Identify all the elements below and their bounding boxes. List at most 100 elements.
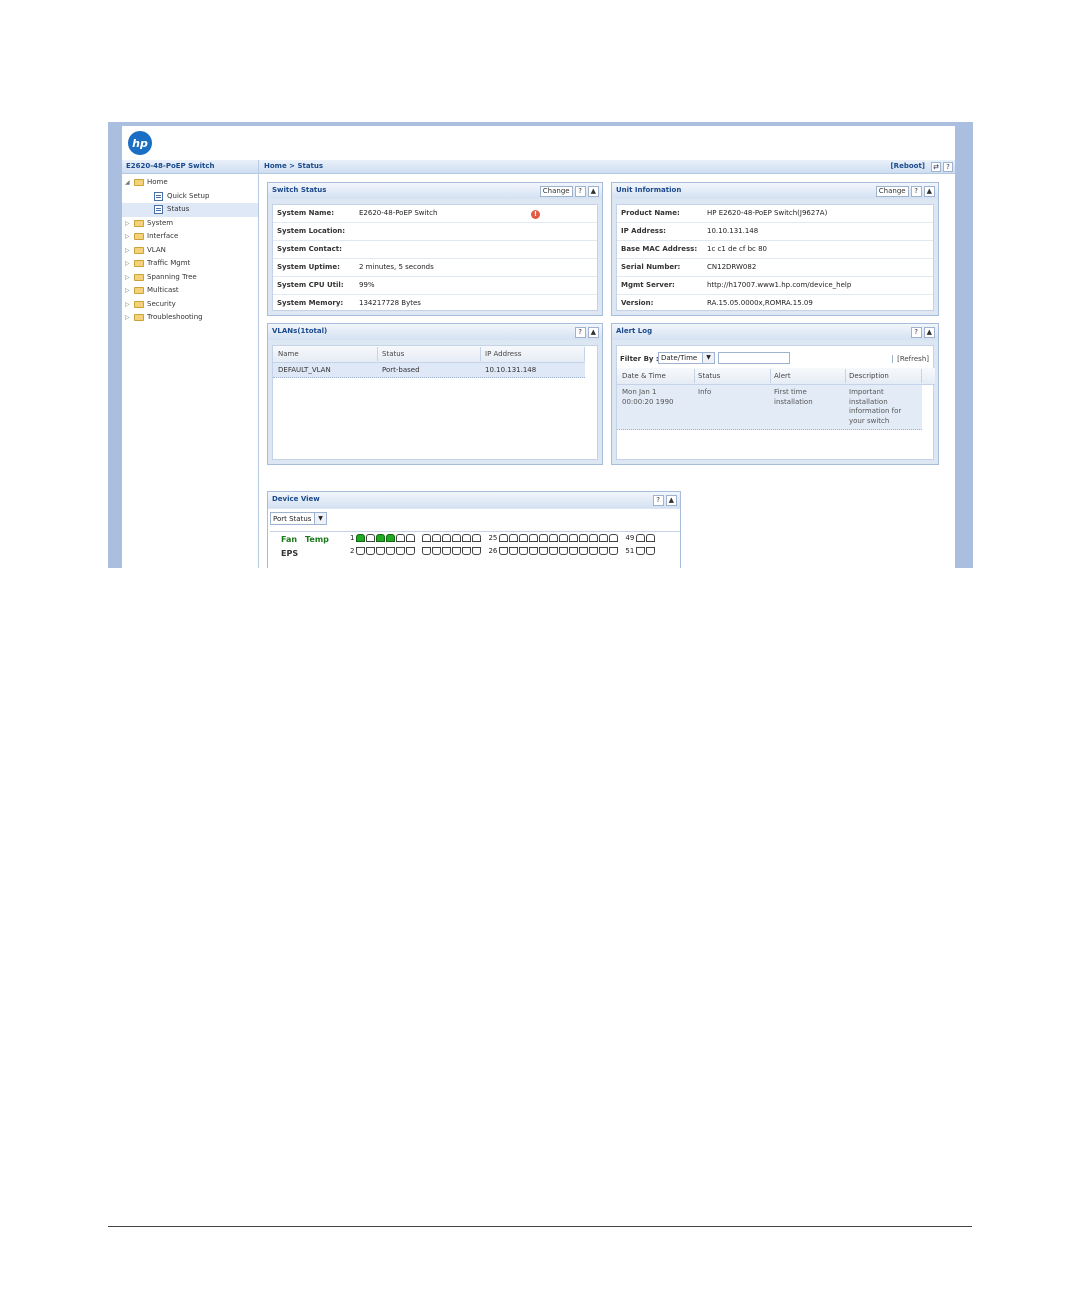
switch-port[interactable] — [569, 547, 579, 555]
switch-port[interactable] — [509, 547, 519, 555]
breadcrumb[interactable]: Home > Status — [264, 162, 323, 170]
switch-port[interactable] — [529, 534, 539, 542]
switch-port[interactable] — [609, 547, 619, 555]
switch-port[interactable] — [559, 534, 569, 542]
switch-port[interactable] — [589, 534, 599, 542]
switch-port[interactable] — [559, 547, 569, 555]
switch-port[interactable] — [442, 547, 452, 555]
switch-port[interactable] — [646, 534, 656, 542]
column-header[interactable]: Name — [278, 350, 299, 358]
switch-port[interactable] — [432, 547, 442, 555]
help-button[interactable]: ? — [574, 186, 586, 197]
collapse-arrow-icon[interactable]: ◢ — [125, 176, 130, 190]
expand-arrow-icon[interactable]: ▷ — [125, 284, 130, 298]
chevron-down-icon[interactable]: ▼ — [702, 353, 714, 363]
filter-select[interactable]: Date/Time ▼ — [658, 352, 715, 364]
switch-port[interactable] — [636, 547, 646, 555]
expand-arrow-icon[interactable]: ▷ — [125, 298, 130, 312]
collapse-icon[interactable]: ▲ — [923, 327, 935, 338]
chevron-down-icon[interactable]: ▼ — [314, 513, 326, 524]
help-button[interactable]: ? — [943, 162, 953, 172]
switch-port[interactable] — [462, 547, 472, 555]
switch-port[interactable] — [396, 547, 406, 555]
sidebar-item-spanning-tree[interactable]: ▷ Spanning Tree — [122, 271, 258, 285]
switch-port[interactable] — [499, 547, 509, 555]
expand-arrow-icon[interactable]: ▷ — [125, 217, 130, 231]
filter-input[interactable] — [718, 352, 790, 364]
switch-port[interactable] — [539, 547, 549, 555]
switch-port[interactable] — [442, 534, 452, 542]
switch-port[interactable] — [509, 534, 519, 542]
refresh-icon[interactable]: ⇄ — [931, 162, 941, 172]
expand-arrow-icon[interactable]: ▷ — [125, 257, 130, 271]
switch-port[interactable] — [452, 547, 462, 555]
help-button[interactable]: ? — [910, 327, 922, 338]
switch-port[interactable] — [519, 547, 529, 555]
alert-icon[interactable]: ! — [531, 210, 540, 219]
sidebar-item-status[interactable]: Status — [122, 203, 258, 217]
sidebar-item-security[interactable]: ▷ Security — [122, 298, 258, 312]
table-row[interactable]: Mon Jan 1 00:00:20 1990 Info First time … — [617, 385, 922, 430]
help-button[interactable]: ? — [910, 186, 922, 197]
switch-port[interactable] — [519, 534, 529, 542]
switch-port[interactable] — [599, 547, 609, 555]
sidebar-item-troubleshooting[interactable]: ▷ Troubleshooting — [122, 311, 258, 325]
switch-port[interactable] — [432, 534, 442, 542]
switch-port[interactable] — [406, 534, 416, 542]
switch-port[interactable] — [452, 534, 462, 542]
switch-port[interactable] — [386, 534, 396, 542]
switch-port[interactable] — [376, 547, 386, 555]
column-header[interactable]: Description — [849, 372, 889, 380]
switch-port[interactable] — [366, 534, 376, 542]
reboot-link[interactable]: [Reboot] — [890, 162, 925, 170]
switch-port[interactable] — [366, 547, 376, 555]
column-header[interactable]: IP Address — [485, 350, 521, 358]
switch-port[interactable] — [356, 547, 366, 555]
collapse-icon[interactable]: ▲ — [587, 186, 599, 197]
collapse-icon[interactable]: ▲ — [587, 327, 599, 338]
change-button[interactable]: Change — [875, 186, 909, 197]
switch-port[interactable] — [406, 547, 416, 555]
sidebar-item-multicast[interactable]: ▷ Multicast — [122, 284, 258, 298]
expand-arrow-icon[interactable]: ▷ — [125, 271, 130, 285]
expand-arrow-icon[interactable]: ▷ — [125, 230, 130, 244]
switch-port[interactable] — [376, 534, 386, 542]
switch-port[interactable] — [636, 534, 646, 542]
sidebar-item-interface[interactable]: ▷ Interface — [122, 230, 258, 244]
switch-port[interactable] — [499, 534, 509, 542]
column-header[interactable]: Alert — [774, 372, 791, 380]
expand-arrow-icon[interactable]: ▷ — [125, 311, 130, 325]
sidebar-item-quick-setup[interactable]: Quick Setup — [122, 190, 258, 204]
column-header[interactable]: Date & Time — [622, 372, 666, 380]
column-header[interactable]: Status — [382, 350, 404, 358]
help-button[interactable]: ? — [652, 495, 664, 506]
expand-arrow-icon[interactable]: ▷ — [125, 244, 130, 258]
sidebar-item-system[interactable]: ▷ System — [122, 217, 258, 231]
switch-port[interactable] — [549, 547, 559, 555]
switch-port[interactable] — [422, 534, 432, 542]
switch-port[interactable] — [356, 534, 366, 542]
help-button[interactable]: ? — [574, 327, 586, 338]
port-status-select[interactable]: Port Status ▼ — [270, 512, 327, 525]
switch-port[interactable] — [646, 547, 656, 555]
switch-port[interactable] — [472, 534, 482, 542]
collapse-icon[interactable]: ▲ — [665, 495, 677, 506]
collapse-icon[interactable]: ▲ — [923, 186, 935, 197]
switch-port[interactable] — [609, 534, 619, 542]
change-button[interactable]: Change — [539, 186, 573, 197]
table-row[interactable]: DEFAULT_VLAN Port-based 10.10.131.148 — [273, 363, 585, 378]
switch-port[interactable] — [579, 534, 589, 542]
switch-port[interactable] — [396, 534, 406, 542]
sidebar-item-vlan[interactable]: ▷ VLAN — [122, 244, 258, 258]
switch-port[interactable] — [529, 547, 539, 555]
switch-port[interactable] — [569, 534, 579, 542]
switch-port[interactable] — [579, 547, 589, 555]
refresh-link[interactable]: [Refresh] — [892, 355, 929, 363]
sidebar-item-traffic-mgmt[interactable]: ▷ Traffic Mgmt — [122, 257, 258, 271]
sidebar-item-home[interactable]: ◢ Home — [122, 176, 258, 190]
switch-port[interactable] — [462, 534, 472, 542]
switch-port[interactable] — [539, 534, 549, 542]
switch-port[interactable] — [472, 547, 482, 555]
switch-port[interactable] — [599, 534, 609, 542]
switch-port[interactable] — [549, 534, 559, 542]
